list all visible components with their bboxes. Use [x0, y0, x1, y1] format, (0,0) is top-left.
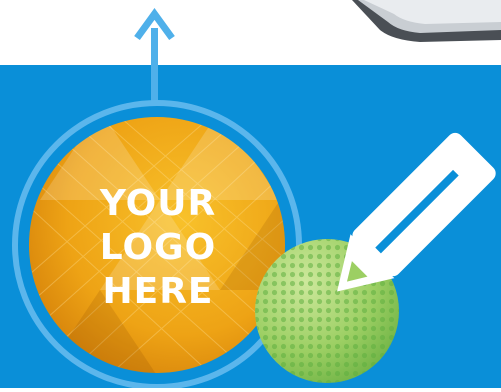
- logo-line-1: YOUR: [99, 183, 217, 224]
- logo-line-3: HERE: [102, 271, 214, 312]
- logo-placeholder-text: YOUR LOGO HERE: [58, 182, 258, 314]
- logo-line-2: LOGO: [99, 227, 217, 268]
- illustration: YOUR LOGO HERE: [0, 0, 501, 390]
